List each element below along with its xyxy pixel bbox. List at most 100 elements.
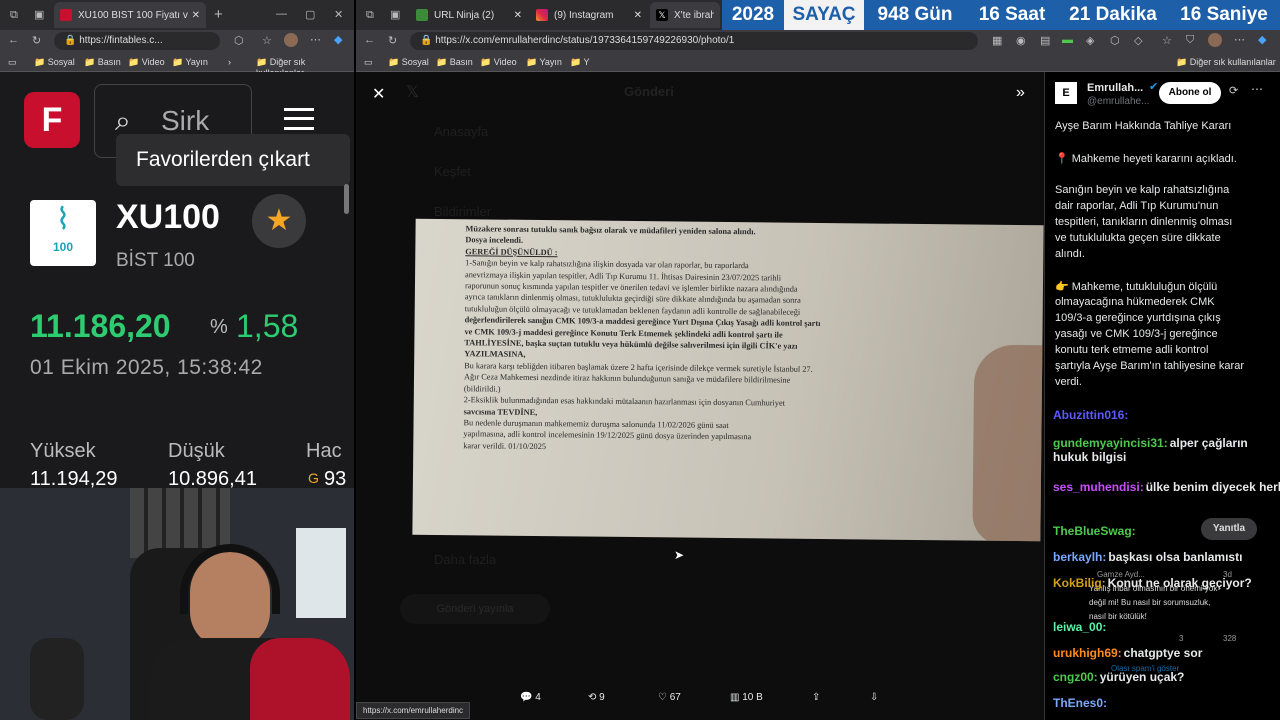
more-icon[interactable]: ⋯ [310,33,321,46]
extension-icon[interactable]: ▦ [992,34,1002,47]
tab-x[interactable]: 𝕏 X'te ibrahim [650,2,720,28]
chat-text: Konut ne olarak geçiyor? [1107,576,1252,590]
bookmark-other[interactable]: 📁 Diğer sık kullanılanlar [1176,57,1276,68]
close-icon[interactable]: ✕ [192,10,200,21]
expand-sidebar-icon[interactable]: » [1016,84,1025,102]
like-action[interactable]: ♡ 67 [658,692,681,703]
minimize-icon[interactable]: — [276,8,287,20]
views-action[interactable]: ▥ 10 B [730,692,763,703]
extensions-icon[interactable]: ⬡ [1110,34,1120,47]
chat-message: KokBilig: Konut ne olarak geçiyor? [1053,576,1252,590]
left-browser-window: ⧉ ▣ XU100 BİST 100 Fiyatı ve Grafi ✕ + —… [0,0,354,720]
chevron-right-icon[interactable]: › [228,57,231,67]
tweet-line: olmayacağına hükmederek CMK [1055,296,1215,308]
tweet-line: Sanığın beyin ve kalp rahatsızlığına [1055,184,1230,196]
more-options-icon[interactable]: ⋯ [1251,82,1263,96]
reply-action[interactable]: 💬 4 [520,692,541,703]
holding-hand [972,344,1044,542]
address-bar[interactable]: 🔒 https://fintables.c... [54,32,220,50]
bookmark-sosyal[interactable]: 📁 Sosyal [34,57,75,68]
counter-year: 2028 [722,0,784,30]
author-avatar[interactable]: E [1055,82,1077,104]
shield-icon[interactable]: ⛉ [1186,34,1194,47]
heart-icon: ♡ [658,692,667,703]
fintables-logo[interactable]: F [24,92,80,148]
stat-volume-prefix: G [308,470,319,486]
more-icon[interactable]: ⋯ [1234,33,1245,46]
chat-user: KokBilig: [1053,576,1106,590]
repost-action[interactable]: ⟲ 9 [588,692,605,703]
chat-user: TheBlueSwag: [1053,524,1136,538]
tab-url-ninja[interactable]: URL Ninja (2) ✕ [410,2,528,28]
tab-fintables[interactable]: XU100 BİST 100 Fiyatı ve Grafi ✕ [54,2,206,28]
pin-icon[interactable]: ◇ [1134,34,1142,47]
back-icon[interactable]: ← [364,34,375,46]
extension-icon[interactable]: ▤ [1040,34,1050,47]
refresh-icon[interactable]: ↻ [32,34,41,47]
workspaces-icon[interactable]: ⧉ [10,9,18,22]
instagram-favicon [536,9,548,21]
chat-user: Abuzittin016: [1053,408,1129,422]
bookmark-basin[interactable]: 📁 Basın [84,57,121,68]
tab-instagram[interactable]: (9) Instagram ✕ [530,2,648,28]
new-tab-icon[interactable]: + [214,6,223,23]
bookmark-video[interactable]: 📁 Video [128,57,165,68]
tweet-line: yasağı ve CMK 109/3-j gereğince [1055,328,1218,340]
bookmark-basin[interactable]: 📁 Basın [436,57,473,68]
copilot-icon[interactable]: ◆ [334,33,342,46]
reading-list-icon[interactable]: ▭ [364,57,373,68]
tweet-line: verdi. [1055,376,1082,388]
bookmark-y[interactable]: 📁 Y [570,57,590,68]
favorites-icon[interactable]: ☆ [1162,34,1172,47]
chat-message: TheBlueSwag: [1053,524,1138,538]
hamburger-menu-icon[interactable] [284,108,314,130]
chat-message: cngz00: yürüyen uçak? [1053,670,1184,684]
share-icon[interactable]: ⇪ [812,692,820,703]
faded-nav-home: Anasayfa [434,124,489,139]
xu100-logo: ⌇ 100 [30,200,96,266]
reading-list-icon[interactable]: ▭ [8,57,17,68]
chat-message: leiwa_00: [1053,620,1108,634]
maximize-icon[interactable]: ▢ [305,8,315,21]
copilot-icon[interactable]: ◆ [1258,33,1266,46]
change-symbol: % [210,316,228,338]
symbol-title: XU100 [116,198,220,236]
bookmark-yayin[interactable]: 📁 Yayın [526,57,562,68]
extensions-icon[interactable]: ⬡ [234,34,244,47]
reply-button[interactable]: Yanıtla [1201,518,1257,540]
window-close-icon[interactable]: ✕ [334,8,343,21]
close-icon[interactable]: ✕ [514,10,522,21]
close-icon[interactable]: ✕ [634,10,642,21]
chat-user: urukhigh69: [1053,646,1122,660]
workspaces-icon[interactable]: ⧉ [366,9,374,22]
address-bar[interactable]: 🔒 https://x.com/emrullaherdinc/status/19… [410,32,978,50]
refresh-icon[interactable]: ↻ [388,34,397,47]
favorite-star-icon[interactable]: ★ [252,194,306,248]
x-logo-icon: 𝕏 [406,84,419,101]
counter-label: SAYAÇ [784,0,864,30]
tab-actions-icon[interactable]: ▣ [390,8,400,21]
author-name[interactable]: Emrullah... [1087,82,1143,94]
extension-icon[interactable]: ◈ [1086,34,1094,47]
grok-icon[interactable]: ⟳ [1229,84,1238,97]
avatar[interactable] [1208,33,1222,47]
faded-reply-views: 328 [1223,634,1237,643]
chat-text: başkası olsa banlamıstı [1108,550,1243,564]
tab-actions-icon[interactable]: ▣ [34,8,44,21]
scrollbar[interactable] [344,184,349,214]
extension-icon[interactable]: ▬ [1062,34,1073,46]
stat-low-label: Düşük [168,440,225,462]
stat-high-label: Yüksek [30,440,96,462]
faded-reply-likes: 3 [1179,634,1184,643]
favorites-icon[interactable]: ☆ [262,34,272,47]
back-icon[interactable]: ← [8,34,19,46]
avatar[interactable] [284,33,298,47]
lock-icon: 🔒 [420,35,433,46]
bookmark-video[interactable]: 📁 Video [480,57,517,68]
extension-icon[interactable]: ◉ [1016,34,1026,47]
follow-button[interactable]: Abone ol [1159,82,1221,104]
bookmark-sosyal[interactable]: 📁 Sosyal [388,57,429,68]
download-icon[interactable]: ⇩ [870,692,878,703]
bookmark-yayin[interactable]: 📁 Yayın [172,57,208,68]
close-viewer-icon[interactable]: ✕ [372,84,385,104]
